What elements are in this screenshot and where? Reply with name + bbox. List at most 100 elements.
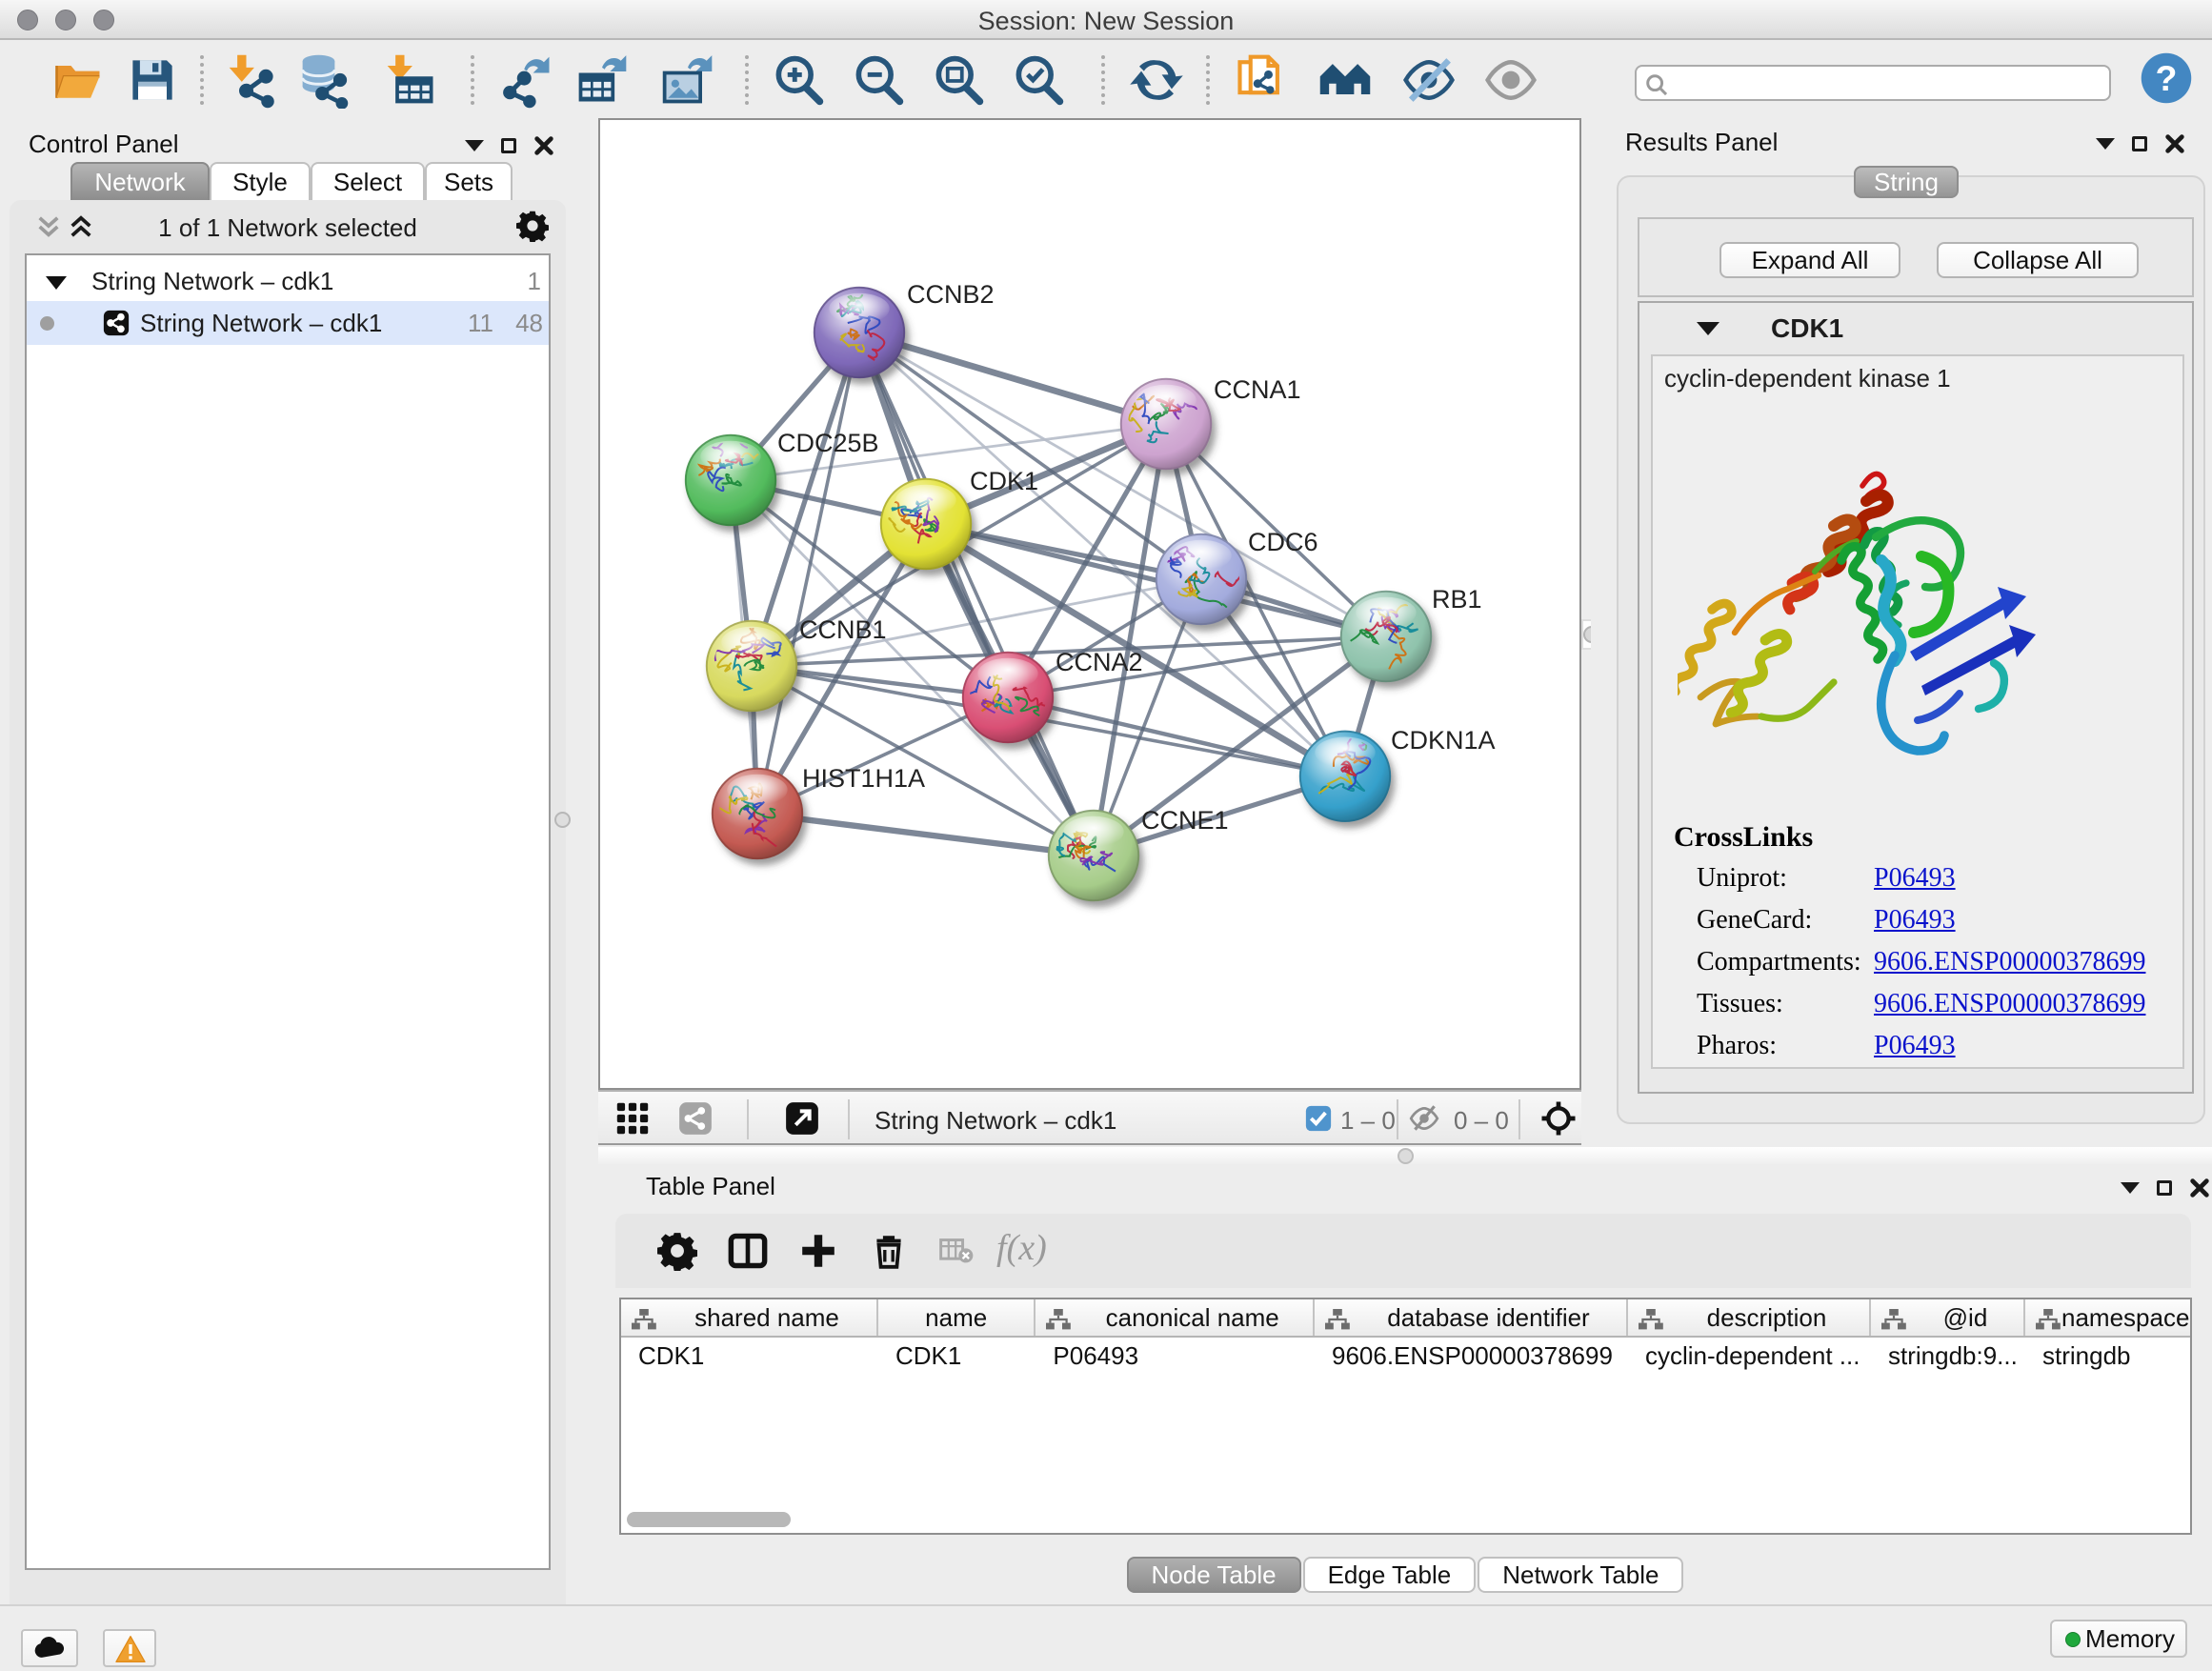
search-input[interactable] — [1635, 65, 2111, 101]
results-panel-window-icons — [2096, 133, 2185, 154]
export-image-icon[interactable] — [659, 51, 716, 109]
close-panel-icon[interactable] — [533, 135, 554, 156]
export-table-icon[interactable] — [573, 51, 631, 109]
table-cell[interactable]: CDK1 — [621, 1338, 878, 1376]
graph-node-CCNB1[interactable] — [706, 620, 797, 712]
graph-node-CDK1[interactable] — [878, 478, 972, 570]
tab-select[interactable]: Select — [311, 162, 425, 202]
column-header-canonical-name[interactable]: canonical name — [1036, 1299, 1315, 1336]
import-table-icon[interactable] — [383, 51, 440, 109]
expand-all-button[interactable]: Expand All — [1719, 242, 1900, 278]
graph-node-RB1[interactable] — [1340, 591, 1432, 682]
show-all-icon[interactable] — [1482, 51, 1539, 109]
column-header-label: namespace — [2061, 1303, 2189, 1333]
hide-selected-icon[interactable] — [1400, 51, 1458, 109]
collection-caret-icon[interactable] — [46, 276, 67, 290]
graph-node-CDKN1A[interactable] — [1299, 731, 1394, 822]
function-builder-icon[interactable]: f(x) — [996, 1227, 1047, 1269]
duplicate-network-icon[interactable] — [1233, 51, 1290, 109]
column-header-database-identifier[interactable]: database identifier — [1315, 1299, 1628, 1336]
add-column-icon[interactable] — [798, 1231, 838, 1271]
network-row-selected[interactable]: String Network – cdk1 11 48 — [27, 301, 549, 345]
column-header-shared-name[interactable]: shared name — [621, 1299, 878, 1336]
graph-node-CCNA1[interactable] — [1107, 378, 1212, 470]
cloud-button[interactable] — [21, 1629, 78, 1667]
birdseye-grid-icon[interactable] — [615, 1101, 650, 1136]
zoom-fit-icon[interactable] — [930, 51, 987, 109]
tab-network-table[interactable]: Network Table — [1478, 1557, 1683, 1593]
table-cell[interactable]: cyclin-dependent ... — [1628, 1338, 1871, 1376]
section-caret-icon[interactable] — [1697, 322, 1719, 335]
maximize-panel-icon[interactable] — [2132, 136, 2147, 151]
crosslink-link[interactable]: P06493 — [1874, 863, 1956, 894]
network-collection-row[interactable]: String Network – cdk1 1 — [27, 263, 549, 301]
maximize-panel-icon[interactable] — [2157, 1180, 2172, 1196]
close-panel-icon[interactable] — [2164, 133, 2185, 154]
maximize-panel-icon[interactable] — [501, 138, 516, 153]
graph-edge-CCNB2-CCNA1[interactable] — [859, 332, 1166, 424]
graph-node-CDC6[interactable] — [1156, 534, 1247, 625]
network-edge-count: 48 — [501, 309, 543, 338]
column-header-namespace[interactable]: namespace — [2025, 1299, 2212, 1336]
table-cell[interactable]: stringdb:9... — [1871, 1338, 2025, 1376]
first-neighbors-icon[interactable] — [1317, 51, 1374, 109]
table-cell[interactable]: stringdb — [2025, 1338, 2212, 1376]
close-panel-icon[interactable] — [2189, 1178, 2210, 1198]
warning-button[interactable] — [103, 1629, 156, 1667]
column-header-name[interactable]: name — [878, 1299, 1036, 1336]
open-in-new-window-icon[interactable] — [785, 1101, 819, 1136]
left-splitter-dot[interactable] — [554, 812, 571, 828]
graph-edge-CCNB2-HIST1H1A[interactable] — [757, 332, 859, 814]
tab-network[interactable]: Network — [70, 162, 210, 202]
tab-node-table[interactable]: Node Table — [1127, 1557, 1301, 1593]
main-toolbar: ? — [0, 42, 2212, 116]
gene-section-header[interactable]: CDK1 — [1639, 303, 2192, 354]
horizontal-splitter-dot[interactable] — [1398, 1148, 1414, 1164]
collapse-all-button[interactable]: Collapse All — [1937, 242, 2139, 278]
export-network-icon[interactable] — [499, 51, 556, 109]
table-row[interactable]: CDK1CDK1P064939606.ENSP00000378699cyclin… — [621, 1338, 2190, 1376]
float-panel-icon[interactable] — [2121, 1182, 2140, 1194]
float-panel-icon[interactable] — [2096, 138, 2115, 150]
float-panel-icon[interactable] — [465, 140, 484, 151]
table-cell[interactable]: 9606.ENSP00000378699 — [1315, 1338, 1628, 1376]
graph-node-HIST1H1A[interactable] — [712, 768, 803, 859]
tab-edge-table[interactable]: Edge Table — [1303, 1557, 1477, 1593]
tab-string[interactable]: String — [1854, 166, 1959, 198]
graph-node-CCNA2[interactable] — [962, 652, 1054, 743]
crosslink-link[interactable]: P06493 — [1874, 1031, 1956, 1061]
network-options-gear-icon[interactable] — [516, 210, 549, 242]
netbar-separator — [1518, 1099, 1520, 1139]
delete-column-icon[interactable] — [869, 1231, 909, 1271]
tab-style[interactable]: Style — [210, 162, 311, 202]
table-header-row: shared namenamecanonical namedatabase id… — [621, 1299, 2190, 1338]
zoom-in-icon[interactable] — [770, 51, 827, 109]
graph-node-CCNE1[interactable] — [1048, 810, 1139, 901]
split-column-icon[interactable] — [728, 1231, 768, 1271]
table-settings-gear-icon[interactable] — [657, 1231, 697, 1271]
help-icon[interactable]: ? — [2138, 50, 2195, 107]
column-header--id[interactable]: @id — [1871, 1299, 2025, 1336]
zoom-out-icon[interactable] — [850, 51, 907, 109]
save-session-icon[interactable] — [124, 51, 181, 109]
graph-edge-HIST1H1A-CCNE1[interactable] — [757, 814, 1094, 856]
refresh-icon[interactable] — [1128, 51, 1185, 109]
network-canvas[interactable]: CCNB2CCNA1CDC25BCDK1CDC6RB1CCNB1CCNA2CDK… — [598, 118, 1581, 1090]
delete-table-icon[interactable] — [939, 1237, 974, 1265]
zoom-selected-icon[interactable] — [1010, 51, 1067, 109]
crosslink-link[interactable]: 9606.ENSP00000378699 — [1874, 947, 2145, 977]
crosslink-link[interactable]: 9606.ENSP00000378699 — [1874, 989, 2145, 1019]
open-session-icon[interactable] — [50, 51, 107, 109]
column-header-description[interactable]: description — [1628, 1299, 1871, 1336]
table-horizontal-scrollbar[interactable] — [627, 1512, 791, 1527]
crosslink-link[interactable]: P06493 — [1874, 905, 1956, 936]
tab-sets[interactable]: Sets — [425, 162, 513, 202]
memory-button[interactable]: Memory — [2050, 1620, 2187, 1658]
import-network-from-database-icon[interactable] — [297, 51, 354, 109]
graph-node-CCNB2[interactable] — [814, 281, 905, 378]
import-network-icon[interactable] — [225, 51, 282, 109]
table-cell[interactable]: CDK1 — [878, 1338, 1036, 1376]
fit-target-icon[interactable] — [1539, 1099, 1578, 1137]
network-share-icon[interactable] — [678, 1101, 713, 1136]
table-cell[interactable]: P06493 — [1036, 1338, 1315, 1376]
